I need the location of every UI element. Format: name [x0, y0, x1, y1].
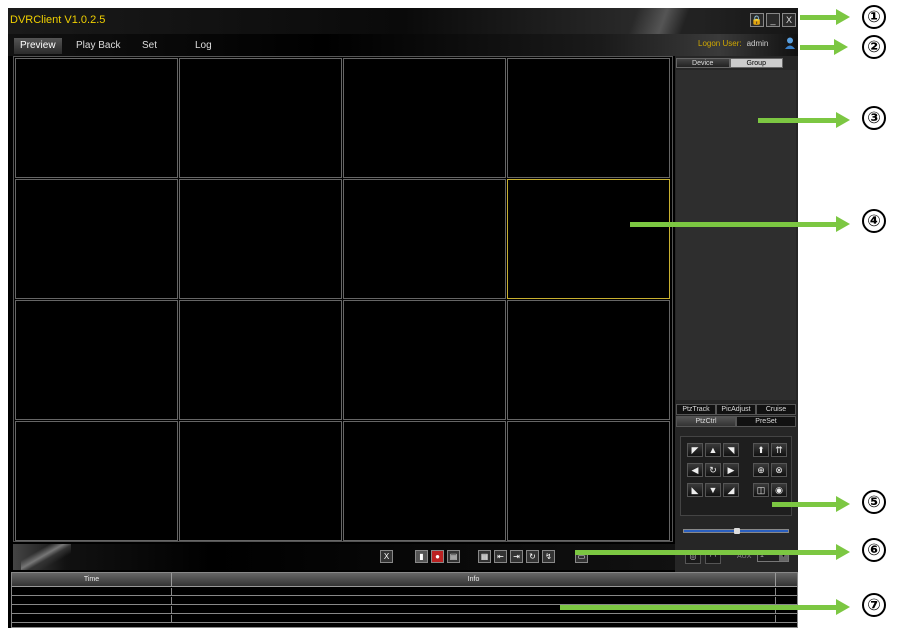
- tab-picadjust[interactable]: PicAdjust: [716, 404, 756, 415]
- video-cell-5[interactable]: [15, 179, 178, 299]
- lock-button[interactable]: 🔒: [750, 13, 764, 27]
- annotation-arrow-5: [772, 502, 838, 507]
- video-cell-15[interactable]: [343, 421, 506, 541]
- focus-near-button[interactable]: ⊕: [753, 463, 769, 477]
- device-tabs: Device Group: [676, 58, 783, 68]
- ptz-auto-button[interactable]: ↻: [705, 463, 721, 477]
- video-cell-4[interactable]: [507, 58, 670, 178]
- annotation-marker-6: ⑥: [862, 538, 886, 562]
- tab-preset[interactable]: PreSet: [736, 416, 796, 427]
- ptz-down-button[interactable]: ▼: [705, 483, 721, 497]
- log-table: Time Info: [11, 572, 798, 628]
- preview-toolbar: X ▮ ● ▤ ▦ ⇤ ⇥ ↻ ↯ ▭: [13, 544, 675, 570]
- tab-cruise[interactable]: Cruise: [756, 404, 796, 415]
- annotation-arrow-1: [800, 15, 838, 20]
- prev-page-icon[interactable]: ⇤: [494, 550, 507, 563]
- toolbar-swoosh-decoration: [21, 544, 71, 570]
- video-cell-2[interactable]: [179, 58, 342, 178]
- video-cell-7[interactable]: [343, 179, 506, 299]
- title-bar: DVRClient V1.0.2.5 🔒 _ X: [8, 8, 798, 34]
- column-time[interactable]: Time: [12, 573, 172, 587]
- log-table-header: Time Info: [12, 573, 797, 587]
- video-cell-8[interactable]: [507, 179, 670, 299]
- annotation-arrowhead-5: [836, 496, 850, 512]
- annotation-marker-2: ②: [862, 35, 886, 59]
- menu-bar: Preview Play Back Set Log: [8, 34, 798, 56]
- refresh-icon[interactable]: ↻: [526, 550, 539, 563]
- annotation-arrowhead-3: [836, 112, 850, 128]
- ptz-up-right-button[interactable]: ◥: [723, 443, 739, 457]
- close-button[interactable]: X: [782, 13, 796, 27]
- video-cell-13[interactable]: [15, 421, 178, 541]
- next-page-icon[interactable]: ⇥: [510, 550, 523, 563]
- video-cell-6[interactable]: [179, 179, 342, 299]
- video-cell-10[interactable]: [179, 300, 342, 420]
- app-title: DVRClient V1.0.2.5: [10, 14, 106, 26]
- annotation-marker-7: ⑦: [862, 593, 886, 617]
- focus-far-button[interactable]: ⊗: [771, 463, 787, 477]
- close-all-button[interactable]: X: [380, 550, 393, 563]
- menu-preview[interactable]: Preview: [14, 38, 62, 54]
- tab-group[interactable]: Group: [729, 58, 783, 68]
- annotation-arrow-2: [800, 45, 836, 50]
- video-cell-16[interactable]: [507, 421, 670, 541]
- video-cell-3[interactable]: [343, 58, 506, 178]
- iris-open-button[interactable]: ◫: [753, 483, 769, 497]
- annotation-arrow-3: [758, 118, 838, 123]
- annotation-arrowhead-1: [836, 9, 850, 25]
- record-icon[interactable]: ●: [431, 550, 444, 563]
- menu-set[interactable]: Set: [136, 38, 163, 54]
- menu-playback[interactable]: Play Back: [70, 38, 126, 54]
- tab-ptztrack[interactable]: PtzTrack: [676, 404, 716, 415]
- ptz-left-button[interactable]: ◀: [687, 463, 703, 477]
- ptz-speed-slider[interactable]: [683, 528, 789, 534]
- title-swoosh-decoration: [608, 8, 748, 34]
- annotation-arrow-6: [575, 550, 838, 555]
- dvr-client-window: DVRClient V1.0.2.5 🔒 _ X Preview Play Ba…: [8, 8, 798, 628]
- sequence-icon[interactable]: ↯: [542, 550, 555, 563]
- ptz-right-button[interactable]: ▶: [723, 463, 739, 477]
- ptz-up-left-button[interactable]: ◤: [687, 443, 703, 457]
- annotation-marker-4: ④: [862, 209, 886, 233]
- video-cell-14[interactable]: [179, 421, 342, 541]
- slider-knob[interactable]: [734, 528, 740, 534]
- zoom-out-button[interactable]: ⇈: [771, 443, 787, 457]
- annotation-marker-3: ③: [862, 106, 886, 130]
- video-cell-9[interactable]: [15, 300, 178, 420]
- user-icon[interactable]: [785, 37, 795, 49]
- logon-user: admin: [746, 39, 769, 48]
- menu-log[interactable]: Log: [189, 38, 218, 54]
- annotation-arrowhead-2: [834, 39, 848, 55]
- right-panel: Device Group PtzTrack PicAdjust Cruise P…: [675, 56, 798, 628]
- annotation-arrow-4: [630, 222, 838, 227]
- logon-info: Logon User: admin: [698, 39, 768, 48]
- table-row[interactable]: [12, 597, 797, 605]
- annotation-marker-1: ①: [862, 5, 886, 29]
- table-row[interactable]: [12, 615, 797, 623]
- annotation-arrow-7: [560, 605, 838, 610]
- zoom-in-button[interactable]: ⬆: [753, 443, 769, 457]
- video-grid: [13, 56, 673, 542]
- iris-close-button[interactable]: ◉: [771, 483, 787, 497]
- tab-ptzctrl[interactable]: PtzCtrl: [676, 416, 736, 427]
- ptz-up-button[interactable]: ▲: [705, 443, 721, 457]
- annotation-arrowhead-7: [836, 599, 850, 615]
- ptz-down-right-button[interactable]: ◢: [723, 483, 739, 497]
- annotation-arrowhead-4: [836, 216, 850, 232]
- video-cell-11[interactable]: [343, 300, 506, 420]
- annotation-arrowhead-6: [836, 544, 850, 560]
- ptz-tabs: PtzTrack PicAdjust Cruise PtzCtrl PreSet: [676, 404, 796, 428]
- video-cell-12[interactable]: [507, 300, 670, 420]
- tab-device[interactable]: Device: [676, 58, 730, 68]
- video-cell-1[interactable]: [15, 58, 178, 178]
- snapshot-icon[interactable]: ▮: [415, 550, 428, 563]
- logon-label: Logon User:: [698, 39, 742, 48]
- audio-icon[interactable]: ▤: [447, 550, 460, 563]
- layout-icon[interactable]: ▦: [478, 550, 491, 563]
- minimize-button[interactable]: _: [766, 13, 780, 27]
- annotation-marker-5: ⑤: [862, 490, 886, 514]
- table-row[interactable]: [12, 588, 797, 596]
- ptz-down-left-button[interactable]: ◣: [687, 483, 703, 497]
- column-info[interactable]: Info: [172, 573, 776, 587]
